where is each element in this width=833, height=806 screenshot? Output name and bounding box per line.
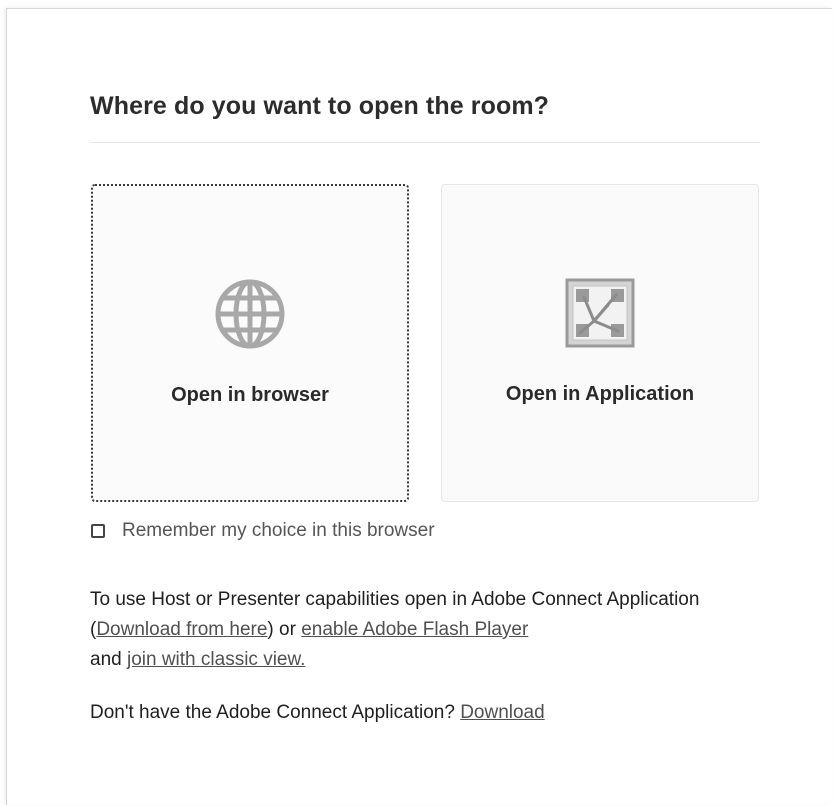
info-text-3: and [90,649,127,670]
enable-flash-player-link[interactable]: enable Adobe Flash Player [301,619,528,640]
open-in-application-label: Open in Application [505,383,695,405]
open-in-browser-card[interactable]: Open in browser [91,184,409,502]
download-prompt-text: Don't have the Adobe Connect Application… [90,702,461,723]
open-in-browser-label: Open in browser [171,384,329,406]
info-text-2: ) or [267,619,302,640]
remember-choice-checkbox[interactable] [91,524,105,538]
remember-choice-label: Remember my choice in this browser [122,520,435,541]
host-presenter-info: To use Host or Presenter capabilities op… [90,585,770,675]
adobe-connect-app-icon [565,278,635,348]
remember-choice-row[interactable]: Remember my choice in this browser [91,520,435,542]
globe-icon [215,279,285,349]
download-prompt: Don't have the Adobe Connect Application… [90,698,545,728]
title-divider [90,142,760,143]
join-classic-view-link[interactable]: join with classic view. [127,649,305,670]
open-in-application-card[interactable]: Open in Application [441,184,759,502]
download-link[interactable]: Download [460,702,545,723]
download-from-here-link[interactable]: Download from here [96,619,267,640]
dialog-title: Where do you want to open the room? [90,92,550,120]
